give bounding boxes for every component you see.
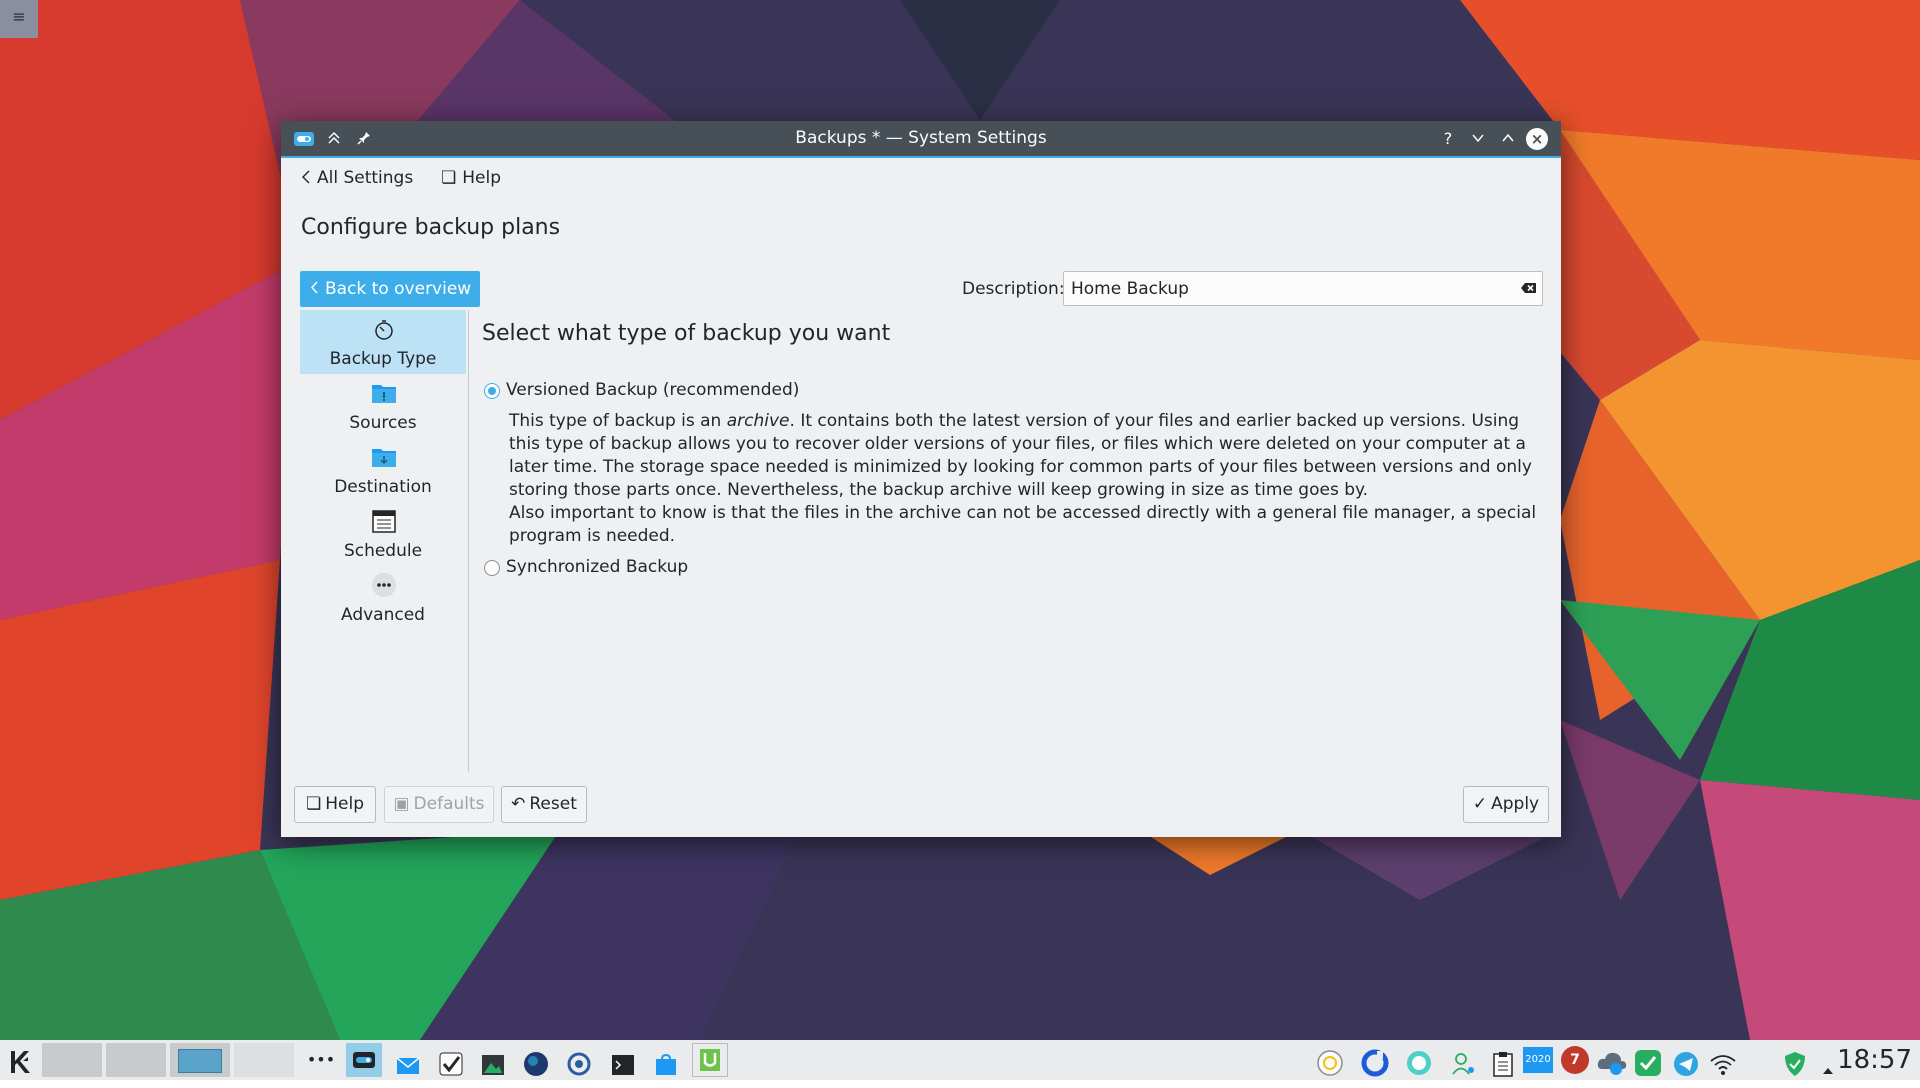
update-ok-icon[interactable] (1634, 1046, 1662, 1080)
defaults-icon: ▣ (393, 794, 410, 814)
virtual-desktop-4[interactable] (234, 1043, 294, 1077)
notification-badge-icon[interactable]: 7 (1561, 1046, 1589, 1074)
help-label: Help (462, 168, 502, 188)
folder-important-icon (372, 385, 396, 403)
description-paragraph: This type of backup is an archive. It co… (509, 410, 1539, 502)
sidebar-item-backup-type[interactable]: Backup Type (300, 310, 466, 374)
telegram-icon[interactable] (1673, 1047, 1699, 1081)
synchronized-backup-label[interactable]: Synchronized Backup (506, 557, 688, 577)
chevron-left-icon (302, 170, 310, 184)
application-launcher-icon[interactable] (6, 1045, 36, 1079)
all-settings-link[interactable]: All Settings (301, 165, 413, 191)
clipboard-ring-icon[interactable] (1316, 1046, 1344, 1080)
security-shield-icon[interactable] (1783, 1047, 1807, 1081)
mail-icon[interactable] (396, 1049, 420, 1083)
taskbar: ••• 2020 7 18:57 (0, 1040, 1920, 1080)
checkmark-icon: ✓ (1472, 794, 1488, 814)
virtual-desktop-3[interactable] (170, 1043, 230, 1077)
apply-button-label: Apply (1491, 794, 1540, 814)
maximize-icon[interactable] (1493, 121, 1523, 156)
calendar-tray-icon[interactable]: 2020 (1523, 1047, 1553, 1073)
description-emphasis: archive (726, 411, 790, 431)
vpn-ring-icon[interactable] (1405, 1046, 1433, 1080)
back-button-label: Back to overview (325, 279, 472, 299)
description-part1: This type of backup is an (509, 411, 727, 431)
task-text-editor[interactable] (692, 1043, 728, 1077)
chevron-left-icon (311, 281, 318, 294)
clock[interactable]: 18:57 (1837, 1040, 1912, 1080)
system-settings-window: Backups * — System Settings ? × All Sett… (281, 121, 1561, 837)
sidebar-item-label: Sources (349, 413, 417, 433)
versioned-backup-description: This type of backup is an archive. It co… (509, 410, 1539, 548)
window-title: Backups * — System Settings (795, 128, 1047, 148)
defaults-button[interactable]: ▣ Defaults (384, 786, 494, 823)
store-icon[interactable] (654, 1048, 678, 1082)
versioned-backup-radio[interactable] (484, 383, 500, 399)
sidebar-item-label: Schedule (343, 541, 423, 561)
clear-text-icon[interactable] (1520, 279, 1538, 297)
sync-client-icon[interactable] (1361, 1046, 1389, 1080)
apply-button[interactable]: ✓ Apply (1463, 786, 1549, 823)
all-settings-label: All Settings (317, 168, 414, 188)
cloud-sync-icon[interactable] (1596, 1046, 1628, 1080)
synchronized-backup-radio[interactable] (484, 560, 500, 576)
image-viewer-icon[interactable] (481, 1048, 505, 1082)
window-titlebar[interactable]: Backups * — System Settings ? × (281, 121, 1561, 158)
window-thumbnail (178, 1049, 222, 1073)
more-icon (372, 573, 396, 597)
back-to-overview-button[interactable]: Back to overview (300, 271, 480, 307)
calendar-icon (372, 510, 396, 533)
defaults-button-label: Defaults (413, 794, 485, 814)
sidebar-item-label: Destination (334, 477, 432, 497)
task-system-settings[interactable] (346, 1043, 382, 1077)
folder-download-icon (372, 449, 396, 467)
description-paragraph-2: Also important to know is that the files… (509, 503, 1537, 546)
description-input[interactable] (1063, 271, 1543, 306)
reset-button-label: Reset (529, 794, 577, 814)
clipboard-icon[interactable] (1491, 1047, 1515, 1081)
sidebar-item-destination[interactable]: Destination (300, 438, 466, 502)
help-button[interactable]: ❏ Help (294, 786, 376, 823)
sidebar-item-label: Advanced (341, 605, 425, 625)
help-lifebuoy-icon: ❏ (305, 794, 322, 814)
chat-client-icon[interactable] (566, 1047, 592, 1081)
minimize-icon[interactable] (1463, 121, 1493, 156)
virtual-desktop-2[interactable] (106, 1043, 166, 1077)
backup-plan-sidebar: Backup Type Sources Destination Schedule… (300, 310, 469, 772)
page-title: Configure backup plans (301, 215, 561, 240)
sidebar-item-schedule[interactable]: Schedule (300, 502, 466, 566)
web-browser-icon[interactable] (523, 1047, 549, 1081)
help-lifebuoy-icon: ❏ (441, 168, 457, 188)
task-manager-icon[interactable] (438, 1047, 464, 1081)
desktop-menu-button[interactable]: ≡ (0, 0, 38, 38)
sidebar-item-advanced[interactable]: Advanced (300, 566, 466, 630)
wifi-icon[interactable] (1709, 1048, 1737, 1082)
help-question-icon[interactable]: ? (1433, 121, 1463, 156)
sidebar-item-sources[interactable]: Sources (300, 374, 466, 438)
undo-icon: ↶ (511, 794, 526, 814)
section-title: Select what type of backup you want (482, 321, 891, 346)
text-editor-icon (700, 1049, 720, 1071)
more-icon[interactable]: ••• (305, 1043, 337, 1077)
help-button-label: Help (325, 794, 364, 814)
help-link[interactable]: ❏ Help (441, 165, 501, 191)
versioned-backup-label[interactable]: Versioned Backup (recommended) (506, 380, 799, 400)
system-settings-icon (353, 1052, 375, 1068)
sidebar-item-label: Backup Type (329, 349, 437, 369)
virtual-desktop-1[interactable] (42, 1043, 102, 1077)
clock-icon (375, 320, 393, 340)
description-label: Description: (962, 279, 1065, 299)
reset-button[interactable]: ↶ Reset (501, 786, 587, 823)
user-status-icon[interactable] (1450, 1047, 1476, 1081)
terminal-icon[interactable] (611, 1048, 635, 1082)
tray-expand-arrow-icon[interactable] (1822, 1054, 1834, 1088)
close-icon[interactable]: × (1526, 128, 1548, 150)
